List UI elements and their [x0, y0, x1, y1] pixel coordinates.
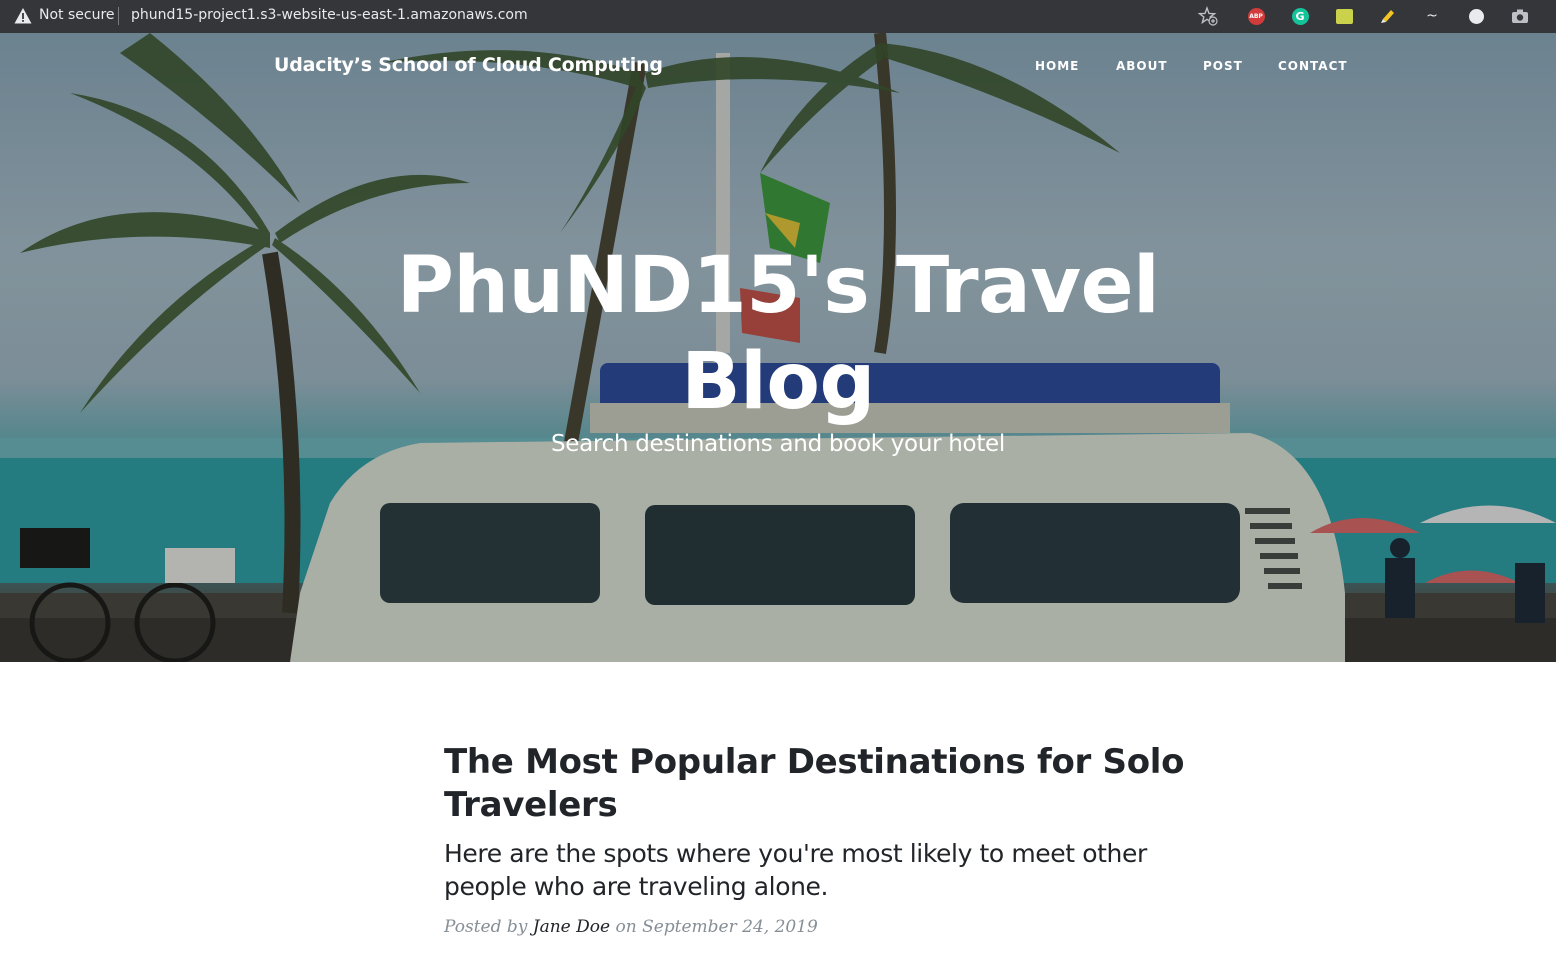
post-meta: Posted by Jane Doe on September 24, 2019	[444, 917, 1204, 937]
page-title-line-1: PhuND15's Travel	[396, 241, 1160, 331]
page-title-line-2: Blog	[681, 337, 875, 427]
bookmark-star-icon[interactable]	[1198, 6, 1218, 26]
post-preview: The Most Popular Destinations for Solo T…	[444, 741, 1204, 937]
grammarly-badge-text: G	[1291, 7, 1309, 25]
camera-icon[interactable]	[1510, 6, 1530, 26]
nav-link-about[interactable]: ABOUT	[1116, 59, 1168, 73]
post-title-link[interactable]: The Most Popular Destinations for Solo T…	[444, 741, 1204, 827]
grammarly-icon[interactable]: G	[1290, 6, 1310, 26]
tilde-icon[interactable]: ~	[1422, 6, 1442, 26]
navbar-brand[interactable]: Udacity’s School of Cloud Computing	[274, 54, 663, 76]
address-divider	[118, 7, 119, 25]
highlighter-icon[interactable]	[1378, 6, 1398, 26]
post-subtitle: Here are the spots where you're most lik…	[444, 839, 1147, 901]
adblock-plus-icon[interactable]: ABP	[1246, 6, 1266, 26]
nav-link-post[interactable]: POST	[1203, 59, 1243, 73]
nav-link-contact[interactable]: CONTACT	[1278, 59, 1348, 73]
sticky-note-icon[interactable]	[1334, 6, 1354, 26]
abp-badge-text: ABP	[1247, 7, 1265, 25]
post-meta-on: on	[615, 917, 637, 937]
browser-address-bar: Not secure phund15-project1.s3-website-u…	[0, 0, 1556, 33]
url-field[interactable]: phund15-project1.s3-website-us-east-1.am…	[131, 7, 528, 23]
globe-icon[interactable]	[1466, 6, 1486, 26]
security-label[interactable]: Not secure	[39, 7, 115, 23]
post-date: September 24, 2019	[642, 917, 818, 937]
post-author-link[interactable]: Jane Doe	[533, 917, 610, 937]
warning-icon[interactable]	[14, 7, 32, 25]
masthead-hero: Udacity’s School of Cloud Computing HOME…	[0, 33, 1556, 662]
page-title: PhuND15's Travel Blog	[0, 238, 1556, 430]
page-subtitle: Search destinations and book your hotel	[551, 431, 1005, 457]
post-meta-posted-by: Posted by	[444, 917, 528, 937]
nav-link-home[interactable]: HOME	[1035, 59, 1079, 73]
